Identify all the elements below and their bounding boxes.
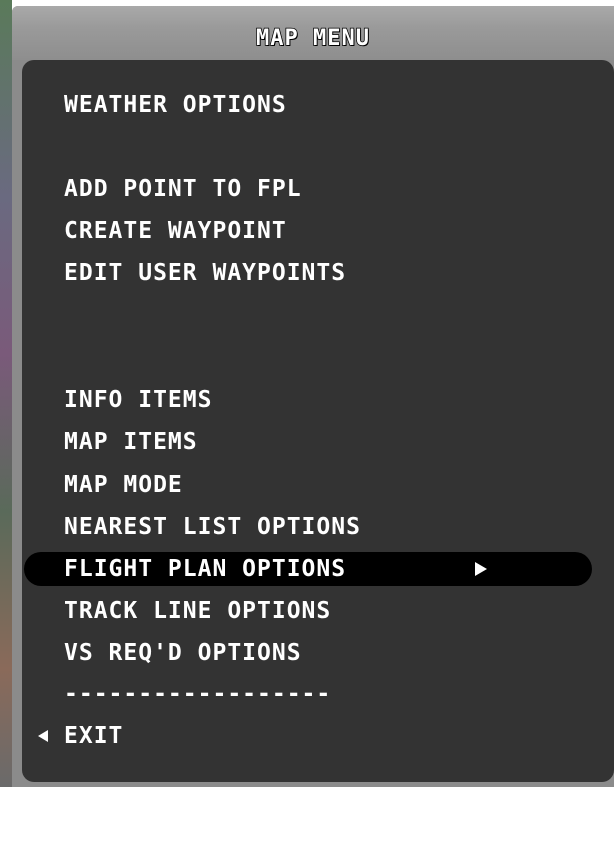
menu-title: MAP MENU bbox=[255, 25, 370, 52]
menu-item-label: ADD POINT TO FPL bbox=[64, 176, 302, 202]
menu-item-label: TRACK LINE OPTIONS bbox=[64, 598, 332, 624]
submenu-arrow-icon bbox=[475, 562, 487, 576]
menu-item-exit[interactable]: EXIT bbox=[22, 719, 602, 753]
menu-item-label: EXIT bbox=[64, 723, 124, 749]
menu-item-label: INFO ITEMS bbox=[64, 387, 213, 413]
menu-item-label: NEAREST LIST OPTIONS bbox=[64, 514, 361, 540]
menu-item-label: MAP MODE bbox=[64, 472, 183, 498]
menu-item-label: WEATHER OPTIONS bbox=[64, 92, 287, 118]
menu-item-nearest-list-options[interactable]: NEAREST LIST OPTIONS bbox=[22, 510, 602, 544]
menu-item-create-waypoint[interactable]: CREATE WAYPOINT bbox=[22, 214, 602, 248]
screen: MAP MENU WEATHER OPTIONS ADD POINT TO FP… bbox=[0, 0, 614, 787]
menu-separator: ------------------ bbox=[64, 681, 332, 707]
menu-item-label: MAP ITEMS bbox=[64, 429, 198, 455]
menu-item-map-items[interactable]: MAP ITEMS bbox=[22, 425, 602, 459]
menu-item-weather-options[interactable]: WEATHER OPTIONS bbox=[22, 88, 602, 122]
menu-item-add-point-to-fpl[interactable]: ADD POINT TO FPL bbox=[22, 172, 602, 206]
menu-item-map-mode[interactable]: MAP MODE bbox=[22, 468, 602, 502]
menu-item-track-line-options[interactable]: TRACK LINE OPTIONS bbox=[22, 594, 602, 628]
map-menu-window: MAP MENU WEATHER OPTIONS ADD POINT TO FP… bbox=[12, 6, 614, 787]
menu-item-edit-user-waypoints[interactable]: EDIT USER WAYPOINTS bbox=[22, 256, 602, 290]
background-strip bbox=[0, 0, 12, 787]
menu-item-label: VS REQ'D OPTIONS bbox=[64, 640, 302, 666]
menu-item-vs-reqd-options[interactable]: VS REQ'D OPTIONS bbox=[22, 636, 602, 670]
menu-item-info-items[interactable]: INFO ITEMS bbox=[22, 383, 602, 417]
menu-item-flight-plan-options[interactable]: FLIGHT PLAN OPTIONS bbox=[24, 552, 592, 586]
title-bar: MAP MENU bbox=[12, 6, 614, 60]
menu-panel: WEATHER OPTIONS ADD POINT TO FPL CREATE … bbox=[22, 60, 614, 782]
back-arrow-icon bbox=[38, 730, 48, 742]
menu-item-label: FLIGHT PLAN OPTIONS bbox=[64, 556, 347, 582]
menu-item-label: EDIT USER WAYPOINTS bbox=[64, 260, 347, 286]
menu-item-label: CREATE WAYPOINT bbox=[64, 218, 287, 244]
